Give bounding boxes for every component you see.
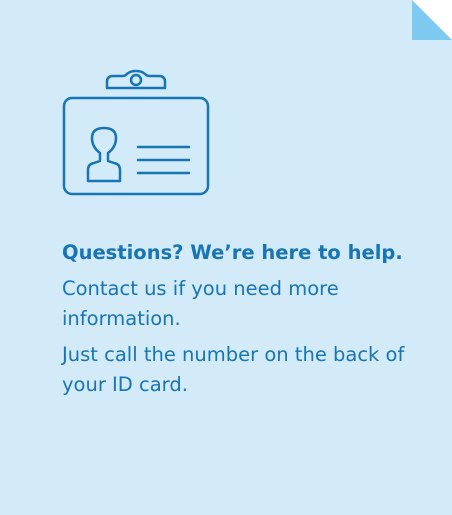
help-paragraph-contact: Contact us if you need more information. xyxy=(62,277,339,330)
id-badge-icon xyxy=(62,69,210,196)
help-text: Questions? We’re here to help. Contact u… xyxy=(62,238,432,406)
help-heading: Questions? We’re here to help. xyxy=(62,241,403,264)
page-fold-corner xyxy=(412,0,452,40)
help-paragraph-call: Just call the number on the back of your… xyxy=(62,343,405,396)
